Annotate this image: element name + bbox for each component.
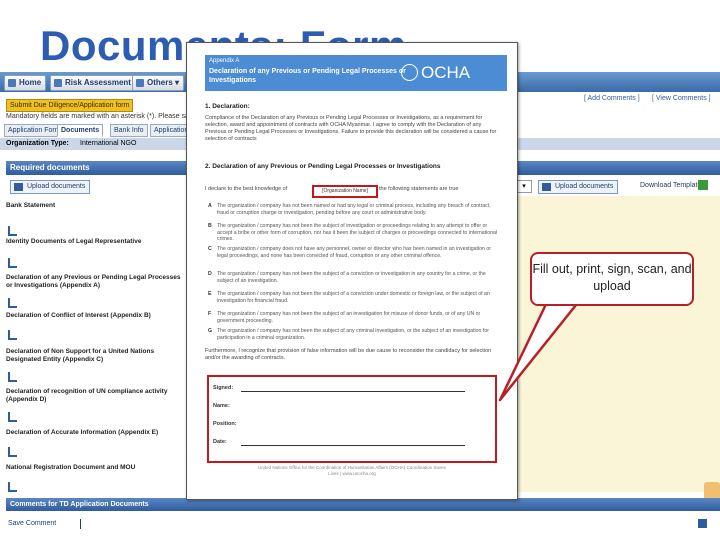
option-text: The organization / company does not have… <box>217 246 491 259</box>
home-icon <box>8 79 16 87</box>
view-comments-link[interactable]: [ View Comments ] <box>652 95 711 102</box>
nav-others-button[interactable]: Others ▾ <box>132 75 185 91</box>
excel-icon[interactable] <box>698 180 708 190</box>
edit-icon[interactable] <box>8 330 17 340</box>
download-template-link[interactable]: Download Template <box>640 182 701 189</box>
warning-icon <box>54 79 62 87</box>
position-label: Position: <box>213 421 237 427</box>
section1-text: Compliance of the Declaration of any Pre… <box>205 115 497 142</box>
date-label: Date: <box>213 439 227 445</box>
option-letter: B <box>208 223 212 229</box>
upload-button-label: Upload documents <box>27 183 86 190</box>
callout-text: Fill out, print, sign, scan, and upload <box>532 262 692 293</box>
list-item: Declaration of recognition of UN complia… <box>6 388 186 404</box>
appendix-label: Appendix A <box>209 58 240 64</box>
section2-heading: 2. Declaration of any Previous or Pendin… <box>205 163 441 170</box>
edit-icon[interactable] <box>8 482 17 492</box>
signed-label: Signed: <box>213 385 234 391</box>
list-item: Declaration of Accurate Information (App… <box>6 429 186 437</box>
option-a: A The organization / company has not been… <box>208 203 501 216</box>
option-e: E The organization / company has not been… <box>208 291 501 304</box>
option-letter: C <box>208 246 212 252</box>
organization-name-field[interactable]: [Organization Name] <box>312 185 378 198</box>
option-f: F The organization / company has not been… <box>208 311 501 324</box>
option-letter: E <box>208 291 212 297</box>
list-item: National Registration Document and MOU <box>6 464 186 472</box>
list-item: Declaration of Non Support for a United … <box>6 348 186 364</box>
document-title: Declaration of any Previous or Pending L… <box>209 68 406 84</box>
date-line[interactable] <box>241 445 465 446</box>
callout-tail-join <box>548 296 579 302</box>
upload-icon <box>542 183 551 191</box>
option-letter: G <box>208 328 213 334</box>
option-d: D The organization / company has not been… <box>208 271 501 284</box>
signed-line[interactable] <box>241 391 465 392</box>
edit-icon[interactable] <box>8 412 17 422</box>
doc-label: Declaration of Accurate Information (App… <box>6 429 159 436</box>
edit-icon[interactable] <box>8 298 17 308</box>
submit-due-diligence-button[interactable]: Submit Due Diligence/Application form <box>6 99 133 112</box>
option-letter: A <box>208 203 212 209</box>
org-type-label: Organization Type: <box>6 140 69 147</box>
option-text: The organization / company has not been … <box>217 291 490 304</box>
edit-icon[interactable] <box>8 372 17 382</box>
list-item: Declaration of any Previous or Pending L… <box>6 274 186 290</box>
ocha-logo: OCHA <box>421 63 471 82</box>
nav-risk-label: Risk Assessment <box>65 78 131 87</box>
document-header: Appendix A Declaration of any Previous o… <box>205 55 507 91</box>
section1-heading: 1. Declaration: <box>205 103 250 110</box>
upload-button-right-label: Upload documents <box>555 183 614 190</box>
upload-documents-button[interactable]: Upload documents <box>10 180 91 194</box>
doc-label: Declaration of Non Support for a United … <box>6 348 155 363</box>
doc-label: National Registration Document and MOU <box>6 464 136 471</box>
document-select-dropdown[interactable]: ▾ <box>516 180 532 193</box>
doc-label: Identity Documents of Legal Representati… <box>6 238 142 245</box>
option-text: The organization / company has not been … <box>217 311 481 324</box>
document-footer: United Nations Office for the Coordinati… <box>258 465 446 476</box>
edit-icon[interactable] <box>8 447 17 457</box>
list-item: Identity Documents of Legal Representati… <box>6 238 186 246</box>
doc-label: Declaration of recognition of UN complia… <box>6 388 168 403</box>
tab-documents[interactable]: Documents <box>57 124 104 137</box>
list-item: Declaration of Conflict of Interest (App… <box>6 312 186 320</box>
edit-icon[interactable] <box>8 258 17 268</box>
comment-input[interactable] <box>80 519 81 529</box>
nav-home-button[interactable]: Home <box>4 75 47 91</box>
list-item: Bank Statement <box>6 202 186 210</box>
option-letter: F <box>208 311 212 317</box>
signature-box: Signed: Name: Position: Date: <box>207 375 497 463</box>
option-letter: D <box>208 271 212 277</box>
doc-label: Bank Statement <box>6 202 56 209</box>
declaration-document: Appendix A Declaration of any Previous o… <box>186 42 518 500</box>
doc-label: Declaration of Conflict of Interest (App… <box>6 312 151 319</box>
declare-prefix: I declare to the best knowledge of <box>205 186 288 192</box>
save-comment-button[interactable]: Save Comment <box>8 520 56 527</box>
un-emblem-icon <box>401 64 418 81</box>
option-text: The organization / company has not been … <box>217 271 486 284</box>
upload-icon <box>14 183 23 191</box>
upload-documents-button-right[interactable]: Upload documents <box>538 180 619 194</box>
mandatory-fields-note: Mandatory fields are marked with an aste… <box>6 113 212 120</box>
nav-home-label: Home <box>19 78 42 87</box>
org-type-value: International NGO <box>80 140 137 147</box>
folder-icon <box>136 79 144 87</box>
doc-label: Declaration of any Previous or Pending L… <box>6 274 181 289</box>
option-text: The organization / company has not been … <box>217 328 489 341</box>
option-g: G The organization / company has not been… <box>208 328 501 341</box>
nav-others-label: Others <box>147 78 173 87</box>
tab-application-form[interactable]: Application Form <box>4 124 65 137</box>
option-text: The organization / company has not been … <box>217 203 491 216</box>
option-b: B The organization / company has not been… <box>208 223 501 243</box>
name-label: Name: <box>213 403 230 409</box>
edit-icon[interactable] <box>8 226 17 236</box>
option-text: The organization / company has not been … <box>217 223 498 242</box>
declare-suffix: the following statements are true <box>379 186 459 192</box>
add-comments-link[interactable]: [ Add Comments ] <box>584 95 640 102</box>
option-c: C The organization / company does not hav… <box>208 246 501 259</box>
closing-text: Furthermore, I recognize that provision … <box>205 348 492 361</box>
save-icon[interactable] <box>698 519 707 528</box>
nav-risk-assessment-button[interactable]: Risk Assessment ▾ <box>50 75 143 91</box>
tab-bank-info[interactable]: Bank Info <box>110 124 148 137</box>
